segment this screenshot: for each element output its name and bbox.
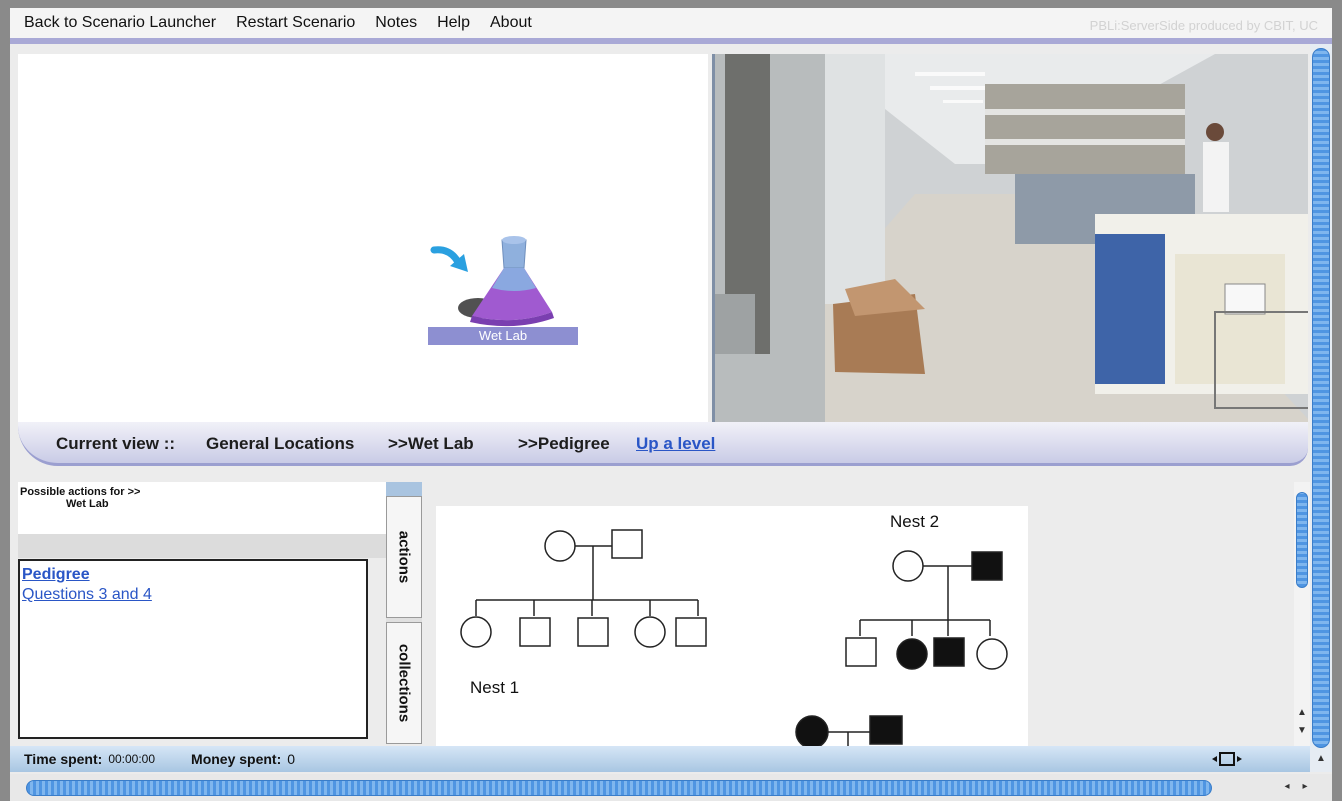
tab-actions[interactable]: actions <box>386 496 422 618</box>
menu-bar: Back to Scenario Launcher Restart Scenar… <box>10 8 1332 44</box>
nest-1-label: Nest 1 <box>470 678 520 697</box>
location-wet-lab[interactable]: Wet Lab <box>428 230 578 345</box>
menu-about[interactable]: About <box>490 14 532 32</box>
window-resize-icon[interactable] <box>1210 751 1244 767</box>
tab-strip: actions collections <box>386 482 422 744</box>
breadcrumb-wet-lab: >>Wet Lab <box>388 434 474 453</box>
scroll-down-arrow-icon[interactable]: ▼ <box>1295 724 1309 738</box>
page-vertical-scrollbar[interactable]: ▲ <box>1310 44 1332 772</box>
actions-spacer <box>18 534 386 558</box>
time-spent-value: 00:00:00 <box>108 752 156 766</box>
action-questions-link[interactable]: Questions 3 and 4 <box>22 586 364 604</box>
status-bar: Time spent: 00:00:00 Money spent: 0 <box>10 746 1310 772</box>
breadcrumb-general-locations: General Locations <box>206 434 355 453</box>
tab-collections[interactable]: collections <box>386 622 422 744</box>
menu-back-to-launcher[interactable]: Back to Scenario Launcher <box>24 14 216 32</box>
page-vertical-scroll-thumb[interactable] <box>1312 48 1330 748</box>
scroll-up-arrow-icon[interactable]: ▲ <box>1295 706 1309 720</box>
page-horizontal-scroll-thumb[interactable] <box>26 780 1212 796</box>
tab-strip-top <box>386 482 422 496</box>
flask-icon <box>430 236 554 327</box>
actions-header-line1: Possible actions for >> <box>20 486 141 498</box>
up-a-level-link[interactable]: Up a level <box>636 434 715 454</box>
lab-photo <box>712 54 1308 422</box>
viewer-vertical-scrollbar[interactable]: ▲ ▼ <box>1294 482 1310 746</box>
location-map-panel: Wet Lab <box>18 54 708 422</box>
lab-photo-image <box>715 54 1308 422</box>
pedigree-chart <box>460 529 1008 749</box>
money-spent-label: Money spent: <box>191 751 282 767</box>
content-viewer: Nest 1 Nest 2 <box>422 482 1292 749</box>
scroll-right-arrow-icon[interactable]: ▸ <box>1298 780 1312 794</box>
scroll-left-arrow-icon[interactable]: ◂ <box>1280 780 1294 794</box>
money-spent-value: 0 <box>287 751 296 767</box>
breadcrumb-pedigree: >>Pedigree <box>518 434 610 453</box>
menu-restart-scenario[interactable]: Restart Scenario <box>236 14 355 32</box>
menu-notes[interactable]: Notes <box>375 14 417 32</box>
actions-header: Possible actions for >> Wet Lab <box>18 482 386 534</box>
time-spent-label: Time spent: <box>24 751 103 767</box>
arrow-pointer-icon <box>430 246 468 272</box>
tab-collections-label: collections <box>395 643 413 723</box>
nest-2-label: Nest 2 <box>890 512 940 531</box>
app-window: Back to Scenario Launcher Restart Scenar… <box>10 8 1332 801</box>
pedigree-diagram: Nest 1 Nest 2 <box>436 506 1028 749</box>
actions-header-location: Wet Lab <box>66 498 109 510</box>
actions-list: Pedigree Questions 3 and 4 <box>18 559 368 739</box>
breadcrumb-prefix: Current view :: <box>56 434 176 453</box>
action-pedigree-link[interactable]: Pedigree <box>22 566 364 584</box>
menu-help[interactable]: Help <box>437 14 470 32</box>
tab-actions-label: actions <box>395 530 413 584</box>
breadcrumb: Current view :: General Locations >>Wet … <box>18 422 1308 466</box>
credit-text: PBLi:ServerSide produced by CBIT, UC <box>1089 18 1318 33</box>
location-label: Wet Lab <box>428 327 578 345</box>
page-scroll-up-icon[interactable]: ▲ <box>1314 752 1328 766</box>
viewer-scroll-thumb[interactable] <box>1296 492 1308 588</box>
page-horizontal-scrollbar[interactable]: ◂ ▸ <box>10 774 1332 801</box>
